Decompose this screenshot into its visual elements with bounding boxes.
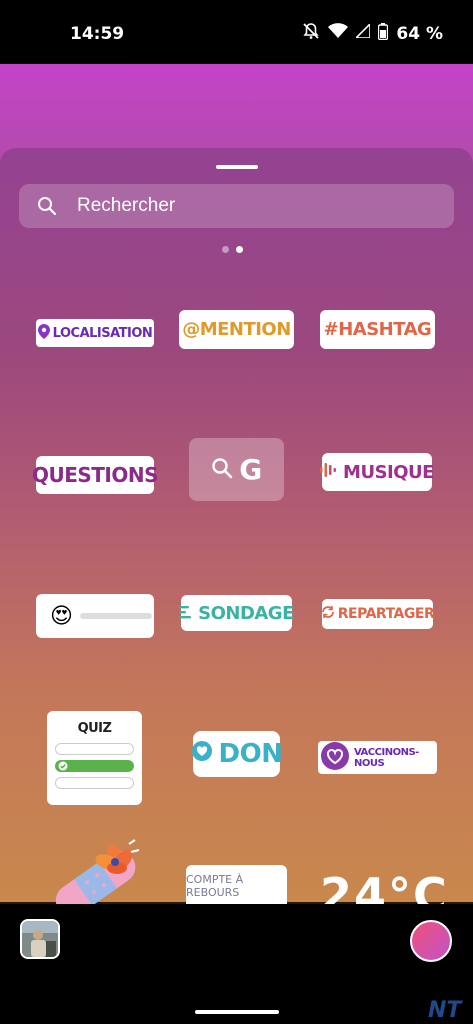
hashtag-sticker-label: #HASHTAG	[323, 319, 432, 340]
quiz-option-correct	[55, 760, 134, 772]
music-sticker[interactable]: MUSIQUE	[320, 453, 434, 491]
battery-icon	[378, 22, 389, 45]
notifications-off-icon	[302, 22, 320, 45]
quiz-sticker-label: QUIZ	[77, 721, 112, 736]
mention-sticker[interactable]: @MENTION	[179, 310, 294, 349]
location-pin-icon	[37, 323, 50, 343]
poll-sticker-label: SONDAGE	[198, 602, 294, 624]
status-time: 14:59	[70, 24, 125, 44]
poll-lines-icon	[179, 603, 193, 624]
status-icons: 64 %	[302, 22, 443, 45]
vaccine-sticker[interactable]: VACCINONS-NOUS	[318, 741, 437, 774]
quiz-option	[55, 777, 134, 789]
quiz-option	[55, 743, 134, 755]
vaccine-sticker-label: VACCINONS-NOUS	[354, 746, 419, 769]
slider-track	[80, 613, 153, 619]
music-sticker-label: MUSIQUE	[343, 461, 434, 483]
page-indicator	[222, 246, 243, 253]
heart-badge-icon	[320, 741, 350, 774]
emoji-slider-sticker[interactable]: 😍	[36, 594, 154, 638]
donation-sticker[interactable]: DON	[191, 731, 283, 777]
page-dot	[222, 246, 229, 253]
questions-sticker[interactable]: QUESTIONS	[32, 456, 159, 494]
temperature-sticker[interactable]: 24°C	[320, 868, 449, 904]
audio-wave-icon	[320, 462, 338, 483]
signal-icon	[354, 22, 372, 43]
drag-handle[interactable]	[216, 165, 258, 169]
search-input[interactable]: Rechercher	[19, 184, 454, 228]
quiz-sticker[interactable]: QUIZ	[47, 711, 142, 805]
gif-sticker-label: G	[239, 453, 262, 486]
search-icon	[37, 196, 57, 221]
poll-sticker[interactable]: SONDAGE	[179, 595, 294, 631]
location-sticker[interactable]: LOCALISATION	[36, 319, 154, 347]
gallery-thumbnail[interactable]	[20, 919, 60, 959]
repost-sticker-label: REPARTAGER	[337, 606, 435, 622]
search-placeholder: Rechercher	[77, 195, 176, 216]
countdown-sticker-label: COMPTE À REBOURS	[186, 873, 244, 899]
gif-search-icon	[211, 453, 233, 486]
home-indicator[interactable]	[195, 1010, 279, 1014]
sticker-tray: Rechercher LOCALISATION @MENTION #HASHTA…	[0, 148, 473, 904]
bottom-bar: NT	[0, 904, 473, 1024]
bandage-flower-sticker[interactable]	[45, 838, 145, 904]
donation-sticker-label: DON	[218, 739, 283, 769]
status-bar: 14:59 64 %	[0, 0, 473, 64]
gif-sticker[interactable]: G	[189, 438, 284, 501]
questions-sticker-label: QUESTIONS	[31, 463, 159, 487]
watermark-logo: NT	[428, 998, 462, 1023]
countdown-sticker[interactable]: COMPTE À REBOURS	[186, 865, 287, 904]
capture-button[interactable]	[410, 920, 452, 962]
hashtag-sticker[interactable]: #HASHTAG	[320, 310, 435, 349]
battery-percent: 64 %	[396, 23, 443, 44]
repost-sticker[interactable]: REPARTAGER	[321, 599, 435, 629]
wifi-icon	[328, 23, 349, 44]
heart-eyes-emoji: 😍	[50, 603, 73, 629]
gallery-photo	[22, 921, 58, 957]
page-dot-active	[236, 246, 243, 253]
heart-circle-icon	[191, 739, 213, 769]
location-sticker-label: LOCALISATION	[52, 325, 153, 341]
mention-sticker-label: @MENTION	[182, 319, 291, 340]
repost-icon	[321, 605, 335, 623]
